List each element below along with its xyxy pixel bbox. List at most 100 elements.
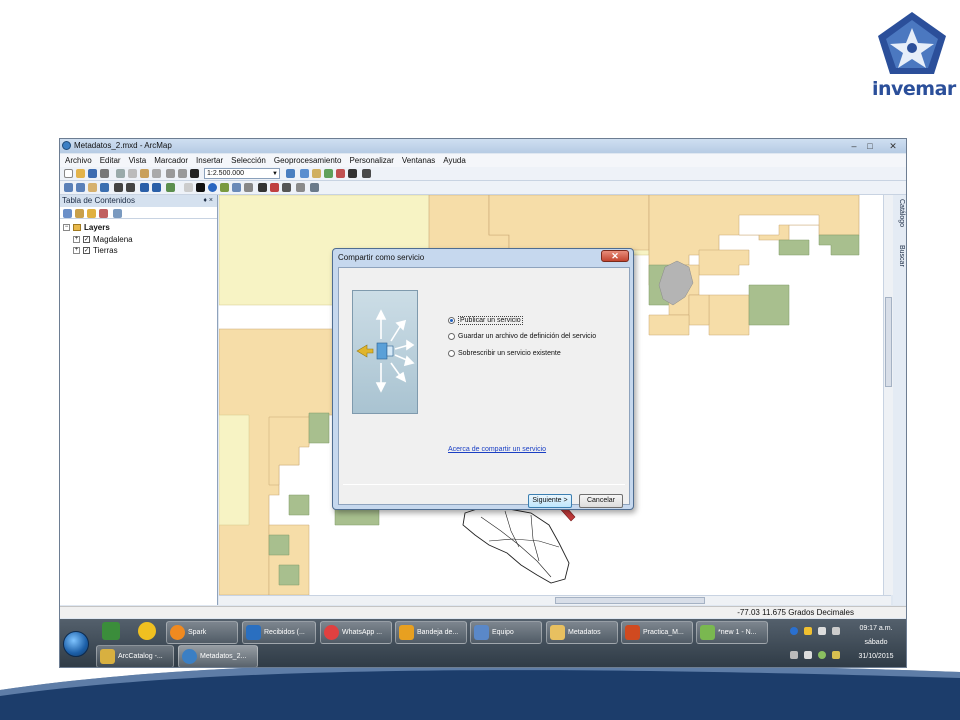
- close-button[interactable]: ✕: [882, 140, 904, 152]
- taskbar-item-powerpoint[interactable]: Practica_M...: [621, 621, 693, 644]
- expand-icon[interactable]: +: [73, 247, 80, 254]
- zoom-out-icon[interactable]: [76, 183, 85, 192]
- about-sharing-link[interactable]: Acerca de compartir un servicio: [448, 446, 546, 453]
- clear-selection-icon[interactable]: [184, 183, 193, 192]
- taskbar-item-notepad[interactable]: *new 1 - N...: [696, 621, 768, 644]
- search-tab[interactable]: Buscar: [894, 245, 905, 267]
- expand-icon[interactable]: +: [73, 236, 80, 243]
- taskbar-item-equipo[interactable]: Equipo: [470, 621, 542, 644]
- html-popup-icon[interactable]: [232, 183, 241, 192]
- taskbar-item-arccatalog[interactable]: ArcCatalog -...: [96, 645, 174, 667]
- python-window-icon[interactable]: [348, 169, 357, 178]
- zoom-in-icon[interactable]: [64, 183, 73, 192]
- radio-button[interactable]: [448, 350, 455, 357]
- tray-shield-icon[interactable]: [804, 627, 812, 635]
- tray-flag-icon[interactable]: [818, 627, 826, 635]
- map-scale-field[interactable]: 1:2.500.000 ▼: [204, 168, 280, 179]
- back-extent-icon[interactable]: [140, 183, 149, 192]
- menu-seleccion[interactable]: Selección: [231, 154, 266, 167]
- new-document-icon[interactable]: [64, 169, 73, 178]
- tray-window-icon[interactable]: [832, 627, 840, 635]
- clock-day[interactable]: sábado: [848, 639, 904, 646]
- create-viewer-icon[interactable]: [310, 183, 319, 192]
- save-icon[interactable]: [88, 169, 97, 178]
- time-slider-icon[interactable]: [296, 183, 305, 192]
- taskbar-item-bandeja[interactable]: Bandeja de...: [395, 621, 467, 644]
- menu-editar[interactable]: Editar: [100, 154, 121, 167]
- radio-button[interactable]: [448, 333, 455, 340]
- cut-icon[interactable]: [116, 169, 125, 178]
- vertical-scroll-thumb[interactable]: [885, 297, 892, 387]
- list-by-selection-icon[interactable]: [99, 209, 108, 218]
- horizontal-scroll-thumb[interactable]: [555, 597, 705, 604]
- select-elements-icon[interactable]: [196, 183, 205, 192]
- toc-layer-row[interactable]: + ✓ Tierras: [73, 245, 118, 256]
- find-route-icon[interactable]: [270, 183, 279, 192]
- list-by-source-icon[interactable]: [75, 209, 84, 218]
- minimize-button[interactable]: –: [846, 140, 862, 152]
- undo-icon[interactable]: [166, 169, 175, 178]
- vertical-scrollbar[interactable]: [883, 195, 893, 595]
- power-icon[interactable]: [832, 651, 840, 659]
- tray-display-icon[interactable]: [790, 651, 798, 659]
- toc-layer-row[interactable]: + ✓ Magdalena: [73, 234, 133, 245]
- menu-ayuda[interactable]: Ayuda: [443, 154, 466, 167]
- chevron-down-icon[interactable]: ▼: [272, 169, 278, 179]
- list-by-drawing-order-icon[interactable]: [63, 209, 72, 218]
- layer-visibility-checkbox[interactable]: ✓: [83, 236, 90, 243]
- taskbar-item-spark[interactable]: Spark: [166, 621, 238, 644]
- select-features-icon[interactable]: [166, 183, 175, 192]
- identify-icon[interactable]: [208, 183, 217, 192]
- arctoolbox-icon[interactable]: [336, 169, 345, 178]
- copy-icon[interactable]: [128, 169, 137, 178]
- next-button[interactable]: Siguiente >: [528, 494, 572, 508]
- open-folder-icon[interactable]: [76, 169, 85, 178]
- measure-icon[interactable]: [244, 183, 253, 192]
- cancel-button[interactable]: Cancelar: [579, 494, 623, 508]
- list-by-visibility-icon[interactable]: [87, 209, 96, 218]
- clock-date[interactable]: 31/10/2015: [848, 653, 904, 660]
- taskbar-item-outlook[interactable]: Recibidos (...: [242, 621, 316, 644]
- layer-visibility-checkbox[interactable]: ✓: [83, 247, 90, 254]
- go-to-xy-icon[interactable]: [282, 183, 291, 192]
- toc-root-row[interactable]: − Layers: [63, 222, 110, 233]
- redo-icon[interactable]: [178, 169, 187, 178]
- menu-geoprocesamiento[interactable]: Geoprocesamiento: [274, 154, 342, 167]
- dialog-close-button[interactable]: ✕: [601, 250, 629, 262]
- menu-insertar[interactable]: Insertar: [196, 154, 223, 167]
- taskbar-item-whatsapp[interactable]: WhatsApp ...: [320, 621, 392, 644]
- horizontal-scrollbar[interactable]: [219, 595, 891, 605]
- title-bar[interactable]: Metadatos_2.mxd - ArcMap – □ ✕: [60, 139, 906, 153]
- clock-time[interactable]: 09:17 a.m.: [848, 625, 904, 632]
- menu-vista[interactable]: Vista: [129, 154, 147, 167]
- print-icon[interactable]: [100, 169, 109, 178]
- option-publish-service[interactable]: Publicar un servicio: [448, 316, 523, 325]
- avast-icon[interactable]: [138, 622, 156, 640]
- menu-archivo[interactable]: Archivo: [65, 154, 92, 167]
- option-save-definition[interactable]: Guardar un archivo de definición del ser…: [448, 333, 596, 340]
- forward-extent-icon[interactable]: [152, 183, 161, 192]
- volume-icon[interactable]: [804, 651, 812, 659]
- toc-options-icon[interactable]: [113, 209, 122, 218]
- maximize-button[interactable]: □: [862, 140, 878, 152]
- menu-ventanas[interactable]: Ventanas: [402, 154, 435, 167]
- pan-icon[interactable]: [88, 183, 97, 192]
- catalog-window-icon[interactable]: [312, 169, 321, 178]
- full-extent-icon[interactable]: [100, 183, 109, 192]
- delete-icon[interactable]: [152, 169, 161, 178]
- taskbar-item-arcmap[interactable]: Metadatos_2...: [178, 645, 258, 667]
- radio-button[interactable]: [448, 317, 455, 324]
- tray-app-icon[interactable]: [790, 627, 798, 635]
- collapse-icon[interactable]: −: [63, 224, 70, 231]
- fixed-zoom-in-icon[interactable]: [114, 183, 123, 192]
- model-builder-icon[interactable]: [362, 169, 371, 178]
- fixed-zoom-out-icon[interactable]: [126, 183, 135, 192]
- search-window-icon[interactable]: [324, 169, 333, 178]
- menu-marcador[interactable]: Marcador: [154, 154, 188, 167]
- pin-icon[interactable]: ♦ ×: [203, 195, 213, 207]
- toc-window-icon[interactable]: [300, 169, 309, 178]
- hyperlink-icon[interactable]: [220, 183, 229, 192]
- menu-personalizar[interactable]: Personalizar: [349, 154, 393, 167]
- network-icon[interactable]: [818, 651, 826, 659]
- catalog-tab[interactable]: Catálogo: [894, 199, 905, 227]
